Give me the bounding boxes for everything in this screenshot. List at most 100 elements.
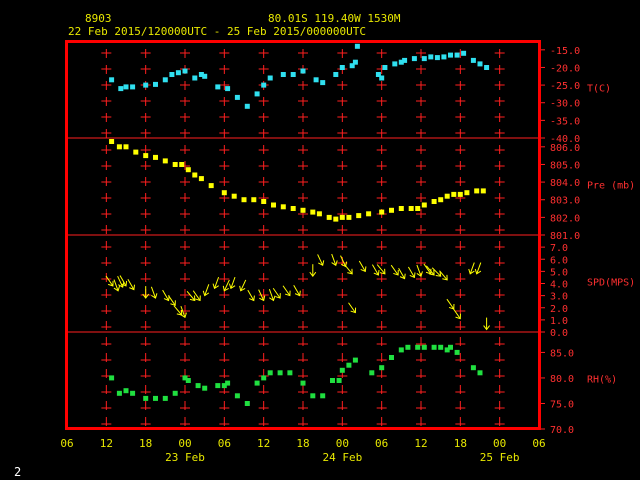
time-range: 22 Feb 2015/120000UTC - 25 Feb 2015/0000… (68, 25, 366, 38)
temperature-point (143, 82, 149, 88)
pressure-tick-label: 801.0 (550, 231, 580, 242)
temperature-point (290, 72, 296, 77)
wind-arrow (423, 263, 432, 275)
wind-arrow (150, 286, 158, 299)
wind-tick-label: 5.0 (550, 267, 568, 278)
rh-point (143, 395, 149, 401)
temperature-point (354, 43, 360, 49)
pressure-point (221, 190, 227, 196)
wind-arrow (127, 278, 135, 291)
pressure-point (346, 214, 352, 220)
wind-tick-label: 1.0 (550, 316, 568, 327)
x-tick-label: 12 (100, 437, 113, 450)
temperature-tick-label: -15.0 (550, 46, 580, 57)
wind-arrow (282, 285, 291, 297)
rh-point (448, 344, 453, 350)
date-label: 23 Feb (165, 451, 205, 464)
temperature-point (234, 94, 240, 100)
temperature-point (169, 72, 175, 77)
rh-point (339, 367, 345, 373)
rh-tick-label: 75.0 (550, 399, 574, 410)
temperature-point (118, 86, 124, 92)
wind-arrow (390, 264, 399, 276)
pressure-point (198, 176, 204, 182)
temperature-point (382, 65, 388, 70)
rh-point (215, 383, 221, 389)
pressure-point (457, 191, 463, 197)
rh-point (415, 344, 421, 350)
wind-arrow (142, 286, 150, 299)
rh-point (287, 370, 293, 376)
rh-point (389, 355, 394, 360)
wind-arrow (331, 253, 338, 267)
pressure-point (192, 172, 198, 178)
temperature-point (192, 75, 198, 81)
pressure-tick-label: 806.0 (550, 143, 580, 154)
rh-point (185, 378, 191, 383)
rh-point (254, 380, 260, 386)
temperature-point (280, 72, 286, 77)
wind-tick-label: 2.0 (550, 304, 568, 315)
temperature-tick-label: -25.0 (550, 81, 580, 92)
rh-point (261, 375, 267, 381)
rh-point (277, 370, 283, 376)
x-tick-label: 18 (296, 437, 309, 450)
pressure-point (271, 202, 276, 208)
x-tick-label: 18 (139, 437, 152, 450)
pressure-point (408, 206, 414, 211)
pressure-point (398, 206, 404, 211)
pressure-point (208, 183, 214, 189)
temperature-point (300, 68, 306, 74)
pressure-tick-label: 803.0 (550, 196, 580, 207)
rh-point (320, 393, 326, 399)
pressure-point (241, 197, 247, 203)
temperature-point (261, 82, 267, 88)
pressure-point (280, 204, 286, 210)
temperature-point (215, 84, 221, 90)
pressure-point (133, 149, 139, 155)
pressure-tick-label: 804.0 (550, 178, 580, 189)
pressure-point (123, 144, 129, 150)
pressure-point (153, 154, 158, 160)
rh-point (310, 393, 316, 399)
grid-layer (67, 41, 539, 429)
wind-arrow (186, 290, 196, 302)
temperature-tick-label: -35.0 (550, 116, 580, 127)
x-tick-label: 06 (532, 437, 545, 450)
rh-point (477, 370, 483, 376)
wind-arrow (483, 317, 491, 331)
temperature-point (484, 65, 490, 70)
pressure-point (261, 199, 267, 204)
temperature-point (352, 59, 358, 65)
wind-arrow (340, 255, 348, 268)
wind-arrow (468, 262, 475, 275)
rh-point (244, 401, 250, 406)
x-tick-label: 06 (375, 437, 388, 450)
wind-arrow (309, 264, 317, 278)
temperature-point (225, 86, 231, 92)
pressure-point (474, 188, 480, 194)
rh-axis-label: RH(%) (587, 375, 617, 386)
x-tick-label: 06 (218, 437, 231, 450)
pressure-point (316, 211, 322, 217)
wind-arrow (446, 298, 455, 310)
weather-station-chart: 8903 80.01S 119.40W 1530M 22 Feb 2015/12… (14, 12, 635, 479)
wind-arrow (371, 264, 380, 276)
temperature-point (402, 57, 408, 63)
pressure-point (480, 188, 486, 194)
rh-point (162, 395, 168, 401)
temperature-point (411, 56, 417, 62)
temperature-point (182, 68, 188, 74)
wind-arrow (317, 254, 325, 267)
rh-point (330, 378, 335, 383)
pressure-point (415, 206, 421, 211)
temperature-point (153, 81, 158, 87)
x-tick-label: 18 (454, 437, 467, 450)
pressure-point (231, 193, 237, 199)
rh-tick-label: 80.0 (550, 374, 574, 385)
temperature-point (428, 54, 434, 60)
wind-arrow (407, 266, 416, 279)
rh-point (369, 370, 375, 376)
rh-point (130, 390, 136, 396)
pressure-point (421, 202, 427, 208)
